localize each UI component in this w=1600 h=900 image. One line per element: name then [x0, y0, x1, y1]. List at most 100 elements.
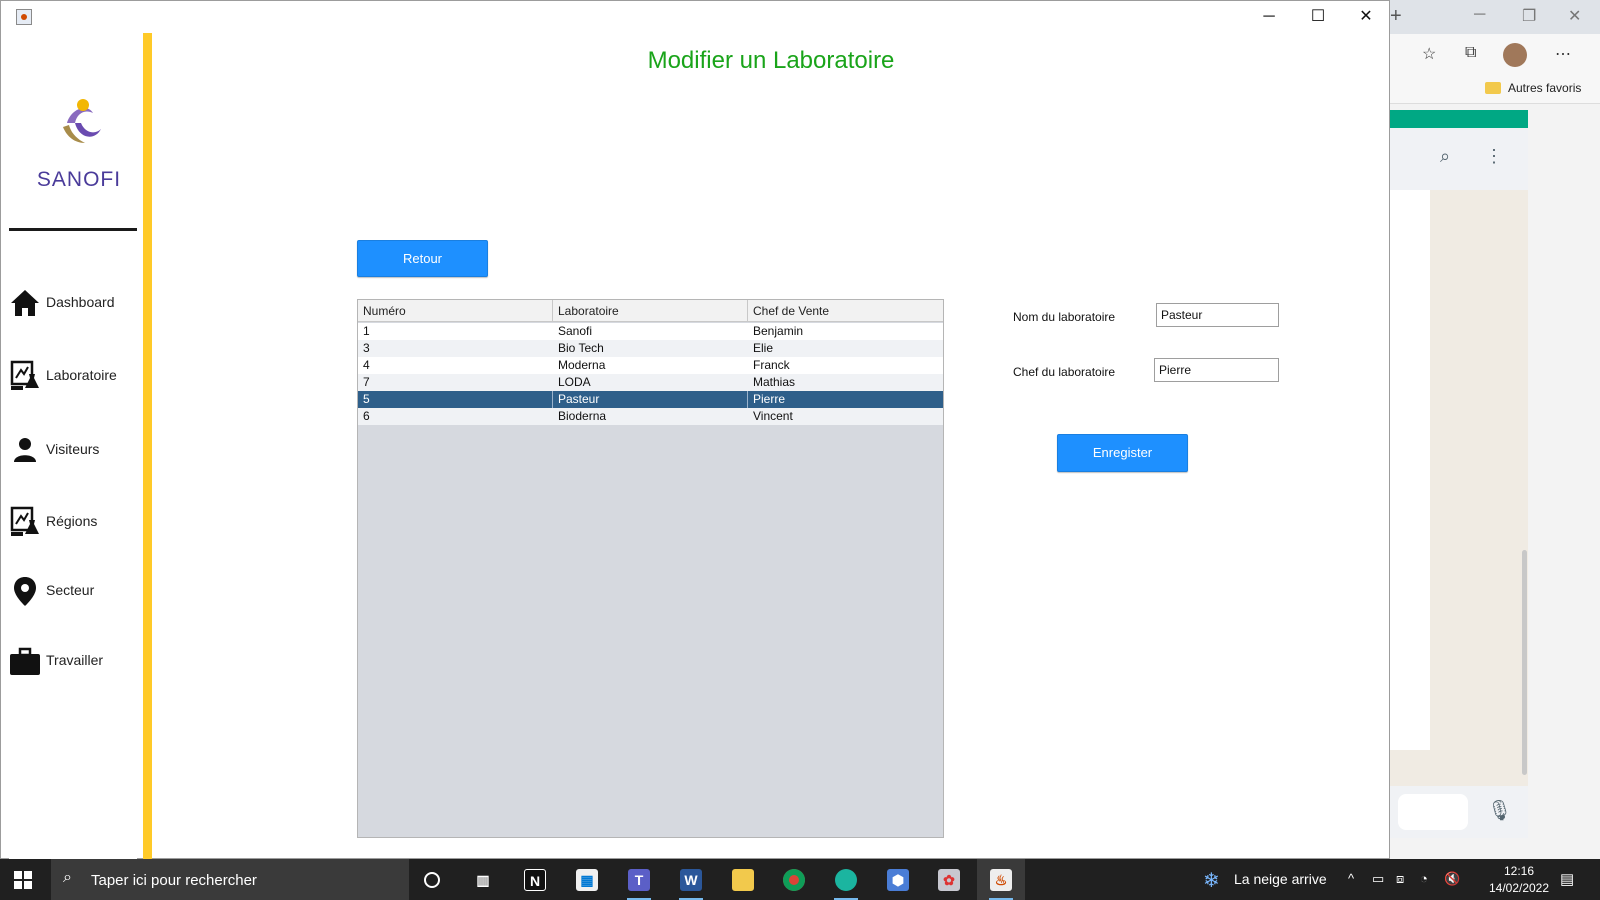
snowflake-icon: ❄	[1203, 870, 1220, 892]
search-icon[interactable]: ⌕	[1440, 146, 1450, 167]
sidebar-item-label: Régions	[46, 513, 98, 529]
maximize-button[interactable]: ☐	[1295, 1, 1341, 33]
battery-icon[interactable]: ▭	[1372, 871, 1384, 887]
browser-close-icon[interactable]: ✕	[1568, 6, 1581, 26]
laboratories-table[interactable]: Numéro Laboratoire Chef de Vente 1 Sanof…	[357, 299, 944, 838]
background-browser-window: + ─ ❐ ✕ ☆ ⧉ ⋯ Autres favoris ⌕ ⋮ 🎙	[1390, 0, 1600, 859]
table-row[interactable]: 1 Sanofi Benjamin	[358, 323, 943, 340]
table-row[interactable]: 7 LODA Mathias	[358, 374, 943, 391]
sidebar-item-laboratoire[interactable]: Laboratoire	[9, 356, 137, 396]
cell-chef: Vincent	[753, 409, 793, 423]
lab-icon	[10, 360, 39, 390]
briefcase-icon	[10, 647, 40, 675]
cell-chef: Elie	[753, 341, 774, 355]
browser-toolbar: ☆ ⧉ ⋯	[1390, 34, 1600, 74]
sidebar-item-travailler[interactable]: Travailler	[9, 641, 137, 681]
minimize-button[interactable]: ─	[1246, 1, 1292, 33]
cell-laboratoire: Moderna	[558, 358, 606, 372]
windows-start-icon[interactable]	[14, 871, 32, 889]
network-icon[interactable]: ⧈	[1396, 871, 1404, 887]
teams-icon[interactable]: T	[615, 859, 663, 900]
weather-text[interactable]: La neige arrive	[1234, 871, 1327, 887]
window-titlebar: ─ ☐ ✕	[1, 1, 1389, 33]
lab-name-input[interactable]	[1156, 303, 1279, 327]
sidebar-item-secteur[interactable]: Secteur	[9, 571, 137, 611]
sidebar-item-label: Laboratoire	[46, 367, 117, 383]
table-row[interactable]: 3 Bio Tech Elie	[358, 340, 943, 357]
sidebar-item-label: Secteur	[46, 582, 95, 598]
cell-numero: 5	[358, 391, 553, 408]
sidebar-item-regions[interactable]: Régions	[9, 502, 137, 542]
cell-chef: Mathias	[753, 375, 796, 389]
table-row[interactable]: 6 Bioderna Vincent	[358, 408, 943, 425]
favorites-star-icon[interactable]: ☆	[1422, 44, 1436, 64]
new-tab-icon[interactable]: +	[1390, 5, 1402, 28]
table-header: Numéro Laboratoire Chef de Vente	[358, 300, 943, 322]
sidebar: SANOFI Dashboard Laboratoire Visiteurs R…	[9, 33, 137, 860]
column-header-chef[interactable]: Chef de Vente	[748, 300, 943, 322]
task-view-icon[interactable]: ▥	[459, 859, 507, 900]
taskbar-search-box[interactable]: ⌕ Taper ici pour rechercher	[51, 859, 409, 900]
clock-date: 14/02/2022	[1488, 881, 1550, 895]
paint-icon[interactable]: ✿	[925, 859, 973, 900]
java-app-taskbar-icon[interactable]: ♨	[977, 859, 1025, 900]
column-header-laboratoire[interactable]: Laboratoire	[553, 300, 748, 322]
table-row[interactable]: 4 Moderna Franck	[358, 357, 943, 374]
save-button[interactable]: Enregister	[1057, 434, 1188, 472]
store-icon[interactable]: ▦	[563, 859, 611, 900]
cell-chef: Benjamin	[753, 324, 804, 338]
clock-time: 12:16	[1503, 864, 1535, 878]
microphone-icon[interactable]: 🎙	[1487, 798, 1512, 823]
notifications-icon[interactable]: ▤	[1560, 870, 1574, 888]
page-title: Modifier un Laboratoire	[647, 47, 895, 74]
chevron-up-icon[interactable]: ^	[1348, 871, 1354, 886]
folder-icon	[1485, 82, 1501, 94]
browser-restore-icon[interactable]: ❐	[1522, 6, 1536, 26]
collections-icon[interactable]: ⧉	[1465, 44, 1476, 62]
notion-icon[interactable]: N	[511, 859, 559, 900]
volume-muted-icon[interactable]: 🔇	[1444, 871, 1460, 887]
browser-scrollbar[interactable]	[1522, 550, 1527, 775]
chat-message-column	[1390, 190, 1430, 750]
browser-minimize-icon[interactable]: ─	[1474, 6, 1485, 24]
person-icon	[14, 438, 36, 462]
sidebar-item-label: Travailler	[46, 652, 104, 668]
file-explorer-icon[interactable]	[719, 859, 767, 900]
word-icon[interactable]: W	[667, 859, 715, 900]
close-button[interactable]: ✕	[1343, 1, 1389, 33]
sidebar-item-dashboard[interactable]: Dashboard	[9, 283, 137, 323]
app-window: ─ ☐ ✕ SANOFI Dashboard Laboratoire Visit…	[0, 0, 1390, 860]
table-row-selected[interactable]: 5 Pasteur Pierre	[358, 391, 943, 408]
column-header-numero[interactable]: Numéro	[358, 300, 553, 322]
lab-icon	[10, 506, 39, 536]
sanofi-bird-icon	[63, 99, 101, 143]
lab-name-label: Nom du laboratoire	[1013, 310, 1116, 324]
lab-chef-input[interactable]	[1154, 358, 1279, 382]
cell-numero: 3	[363, 341, 370, 355]
cell-laboratoire: Sanofi	[558, 324, 593, 338]
edge-icon[interactable]	[822, 859, 870, 900]
map-pin-icon	[14, 577, 36, 606]
chrome-icon[interactable]	[770, 859, 818, 900]
cell-chef: Pierre	[753, 392, 786, 406]
sidebar-item-label: Dashboard	[46, 294, 115, 310]
search-icon: ⌕	[63, 869, 72, 886]
menu-dots-icon[interactable]: ⋮	[1485, 146, 1503, 167]
app-cube-icon[interactable]: ⬢	[874, 859, 922, 900]
chat-header: ⌕ ⋮	[1390, 128, 1528, 190]
cortana-icon[interactable]	[408, 859, 456, 900]
more-options-icon[interactable]: ⋯	[1555, 44, 1571, 64]
whatsapp-chat-panel: ⌕ ⋮ 🎙	[1390, 128, 1528, 838]
profile-avatar[interactable]	[1503, 43, 1527, 67]
cell-laboratoire: LODA	[558, 375, 591, 389]
taskbar: ⌕ Taper ici pour rechercher ▥ N ▦ T W ⬢ …	[0, 859, 1600, 900]
search-placeholder: Taper ici pour rechercher	[91, 872, 257, 889]
message-input[interactable]	[1398, 794, 1468, 830]
other-favorites-link[interactable]: Autres favoris	[1508, 81, 1581, 95]
sidebar-item-visiteurs[interactable]: Visiteurs	[9, 430, 137, 470]
wifi-icon[interactable]: ◔	[1420, 871, 1428, 886]
back-button[interactable]: Retour	[357, 240, 488, 277]
cell-numero: 6	[363, 409, 370, 423]
cell-chef: Franck	[753, 358, 790, 372]
clock[interactable]: 12:16 14/02/2022	[1484, 863, 1554, 897]
